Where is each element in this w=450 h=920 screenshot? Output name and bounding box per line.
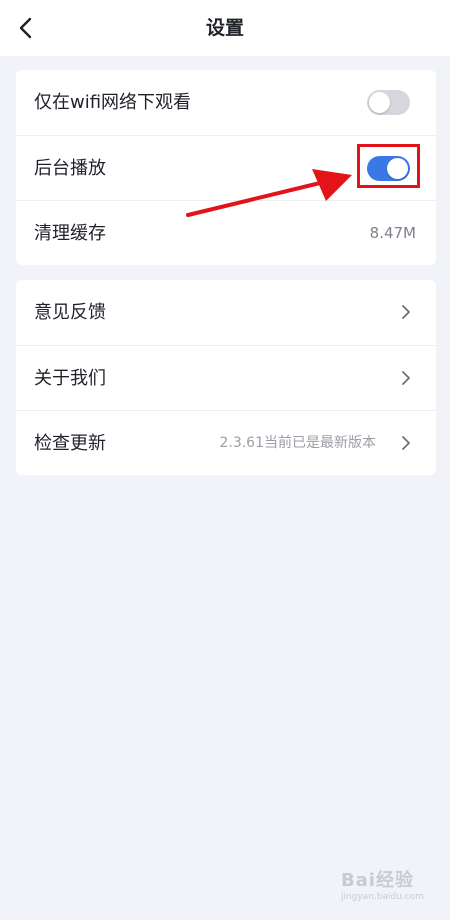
chevron-right-icon: [402, 436, 410, 450]
page-title: 设置: [205, 17, 244, 39]
setting-label: 仅在wifi网络下观看: [34, 92, 192, 113]
version-status-value: 2.3.61当前已是最新版本: [219, 435, 376, 451]
watermark: Bai经验 jingyan.baidu.com: [341, 866, 424, 902]
annotation-highlight-box: [357, 144, 420, 188]
setting-label: 后台播放: [34, 158, 106, 179]
setting-label: 关于我们: [34, 368, 106, 389]
chevron-right-icon: [402, 305, 410, 319]
annotation-arrow-icon: [186, 169, 352, 217]
setting-label: 意见反馈: [34, 302, 106, 323]
setting-row-about-us[interactable]: 关于我们: [16, 345, 436, 410]
setting-label: 清理缓存: [34, 223, 106, 244]
top-bar: 设置: [0, 0, 450, 56]
settings-card-info: 意见反馈 关于我们 检查更新 2.3.61当前已是最新版本: [16, 280, 436, 475]
setting-row-wifi-only[interactable]: 仅在wifi网络下观看: [16, 70, 436, 135]
setting-row-feedback[interactable]: 意见反馈: [16, 280, 436, 345]
toggle-knob: [369, 92, 390, 113]
cache-size-value: 8.47M: [369, 224, 416, 242]
setting-row-check-update[interactable]: 检查更新 2.3.61当前已是最新版本: [16, 410, 436, 475]
setting-label: 检查更新: [34, 433, 106, 454]
watermark-sub: jingyan.baidu.com: [340, 892, 424, 902]
wifi-only-toggle[interactable]: [367, 90, 410, 115]
watermark-text: Bai经验: [340, 870, 414, 891]
chevron-right-icon: [402, 371, 410, 385]
